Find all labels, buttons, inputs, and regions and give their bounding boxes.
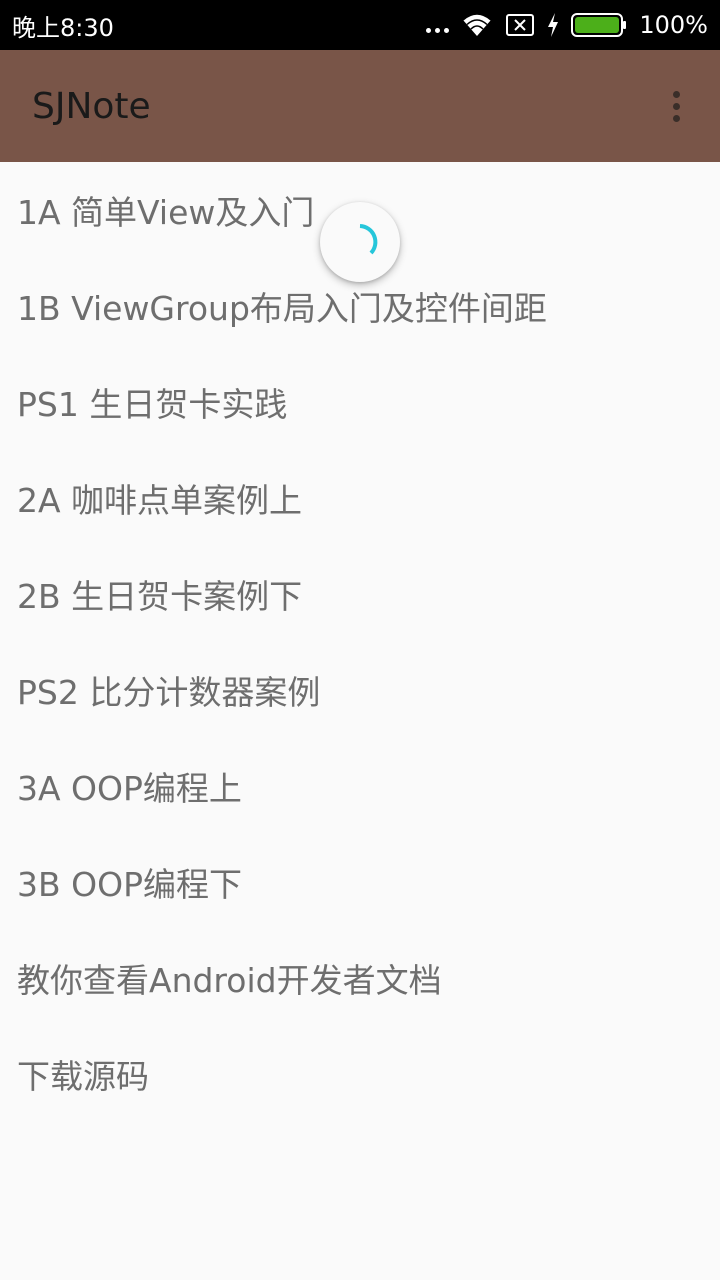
overflow-menu-icon[interactable] — [656, 76, 696, 136]
battery-icon — [571, 13, 627, 37]
list-item[interactable]: 2B 生日贺卡案例下 — [0, 546, 720, 642]
chapter-list: 1A 简单View及入门 1B ViewGroup布局入门及控件间距 PS1 生… — [0, 162, 720, 1122]
status-time: 晚上8:30 — [12, 13, 114, 42]
charging-bolt-icon — [548, 13, 559, 37]
list-item[interactable]: PS1 生日贺卡实践 — [0, 354, 720, 450]
more-dots-icon — [426, 27, 450, 33]
list-item[interactable]: 下载源码 — [0, 1026, 720, 1122]
list-item[interactable]: 3B OOP编程下 — [0, 834, 720, 930]
status-icons: 100% — [426, 11, 708, 39]
list-item[interactable]: 3A OOP编程上 — [0, 738, 720, 834]
wifi-icon — [462, 13, 492, 36]
refresh-indicator — [320, 202, 400, 282]
status-bar: 晚上8:30 100% — [0, 0, 720, 50]
list-item[interactable]: PS2 比分计数器案例 — [0, 642, 720, 738]
list-item[interactable]: 2A 咖啡点单案例上 — [0, 450, 720, 546]
app-bar: SJNote — [0, 50, 720, 162]
app-title: SJNote — [32, 85, 151, 127]
battery-percentage: 100% — [639, 11, 708, 39]
list-item[interactable]: 教你查看Android开发者文档 — [0, 930, 720, 1026]
loading-spinner-icon — [359, 224, 378, 255]
sim-card-icon — [506, 14, 535, 36]
